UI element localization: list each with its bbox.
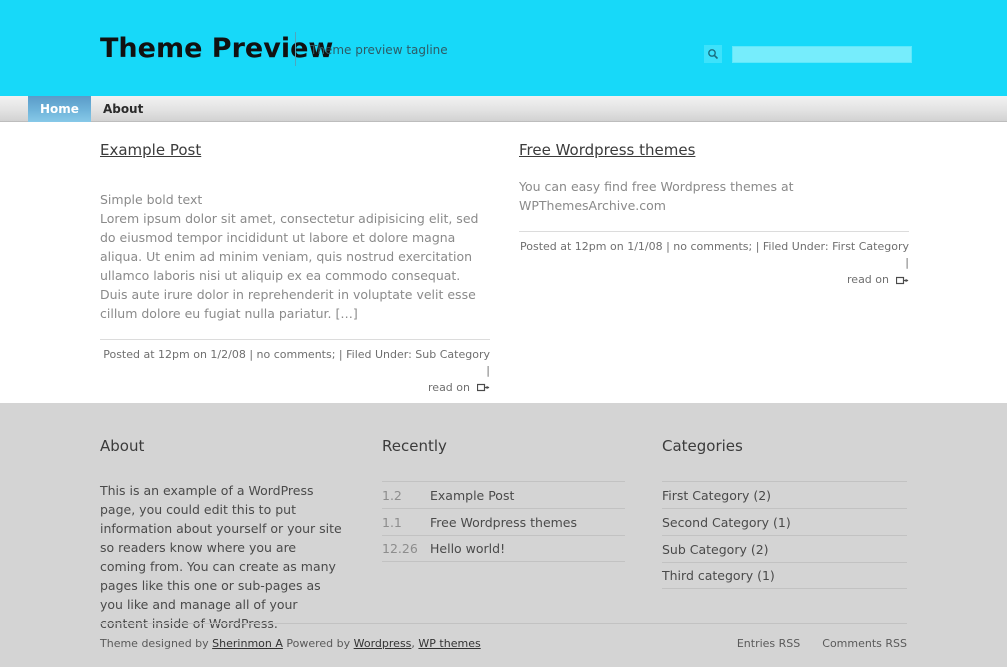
list-item[interactable]: 12.26 Hello world! [382,535,625,562]
post-title-link[interactable]: Example Post [100,141,201,159]
post-body-text: Lorem ipsum dolor sit amet, consectetur … [100,210,479,321]
theme-credits: Theme designed by Sherinmon A Powered by… [100,637,481,650]
post-meta-text: Posted at 12pm on 1/2/08 | no comments; … [103,347,490,377]
footer-categories-title: Categories [662,437,743,455]
recently-item-date: 12.26 [382,541,418,556]
nav-item-about[interactable]: About [91,96,155,122]
read-on-label[interactable]: read on [847,272,889,288]
list-item[interactable]: 1.2 Example Post [382,481,625,508]
read-on-arrow-icon[interactable] [477,383,490,392]
nav-list: Home About [28,96,155,122]
category-item-label[interactable]: First Category (2) [662,488,771,503]
rss-links: Entries RSS Comments RSS [737,637,907,650]
categories-list: First Category (2) Second Category (1) S… [662,481,907,589]
site-tagline: Theme preview tagline [310,43,448,57]
read-on-row[interactable]: read on [519,272,909,288]
post-meta: Posted at 12pm on 1/2/08 | no comments; … [100,347,490,396]
post-meta: Posted at 12pm on 1/1/08 | no comments; … [519,239,909,288]
search-area [704,45,912,63]
footer-recently-title: Recently [382,437,447,455]
search-icon-glyph [708,49,719,60]
footer-about-title: About [100,437,145,455]
post-divider [519,231,909,232]
post-column-left: Example Post Simple bold text Lorem ipsu… [100,140,490,396]
recently-item-label[interactable]: Hello world! [430,541,505,556]
recently-list: 1.2 Example Post 1.1 Free Wordpress them… [382,481,625,562]
read-on-arrow-glyph [477,383,490,392]
recently-item-label[interactable]: Example Post [430,488,514,503]
site-header: Theme Preview Theme preview tagline [0,0,1007,96]
content-area: Example Post Simple bold text Lorem ipsu… [0,122,1007,403]
footer-about-widget: About This is an example of a WordPress … [100,437,345,633]
wordpress-link[interactable]: Wordpress [354,637,412,650]
list-item[interactable]: Third category (1) [662,562,907,589]
main-navigation: Home About [0,96,1007,122]
credits-middle: Powered by [282,637,354,650]
credits-prefix: Theme designed by [100,637,213,650]
title-divider [295,32,296,66]
search-icon[interactable] [704,45,722,63]
list-item[interactable]: Sub Category (2) [662,535,907,562]
footer-categories-widget: Categories First Category (2) Second Cat… [662,437,907,589]
category-item-label[interactable]: Second Category (1) [662,515,791,530]
entries-rss-link[interactable]: Entries RSS [737,637,800,650]
recently-item-date: 1.1 [382,514,402,530]
wp-themes-link[interactable]: WP themes [418,637,480,650]
footer-bottom-bar: Theme designed by Sherinmon A Powered by… [100,623,907,650]
recently-item-date: 1.2 [382,487,402,503]
nav-item-home[interactable]: Home [28,96,91,122]
read-on-arrow-glyph [896,276,909,284]
post-column-right: Free Wordpress themes You can easy find … [519,140,909,288]
post-meta-text: Posted at 12pm on 1/1/08 | no comments; … [520,240,909,269]
header-inner: Theme Preview Theme preview tagline [0,0,1007,96]
list-item[interactable]: Second Category (1) [662,508,907,535]
read-on-label[interactable]: read on [428,380,470,396]
comments-rss-link[interactable]: Comments RSS [822,637,907,650]
site-footer: About This is an example of a WordPress … [0,403,1007,667]
post-lead-text: Simple bold text [100,191,203,207]
post-body-text: You can easy find free Wordpress themes … [519,179,794,213]
site-title[interactable]: Theme Preview [100,33,333,64]
post-divider [100,338,490,340]
category-item-label[interactable]: Sub Category (2) [662,542,769,557]
recently-item-label[interactable]: Free Wordpress themes [430,515,577,530]
search-input[interactable] [732,45,912,63]
footer-about-text: This is an example of a WordPress page, … [100,483,342,631]
category-item-label[interactable]: Third category (1) [662,568,775,583]
list-item[interactable]: First Category (2) [662,481,907,508]
list-item[interactable]: 1.1 Free Wordpress themes [382,508,625,535]
post-title-link[interactable]: Free Wordpress themes [519,141,695,159]
designer-link[interactable]: Sherinmon A [212,637,283,650]
read-on-arrow-icon[interactable] [896,276,909,285]
read-on-row[interactable]: read on [100,380,490,396]
footer-recently-widget: Recently 1.2 Example Post 1.1 Free Wordp… [382,437,625,562]
